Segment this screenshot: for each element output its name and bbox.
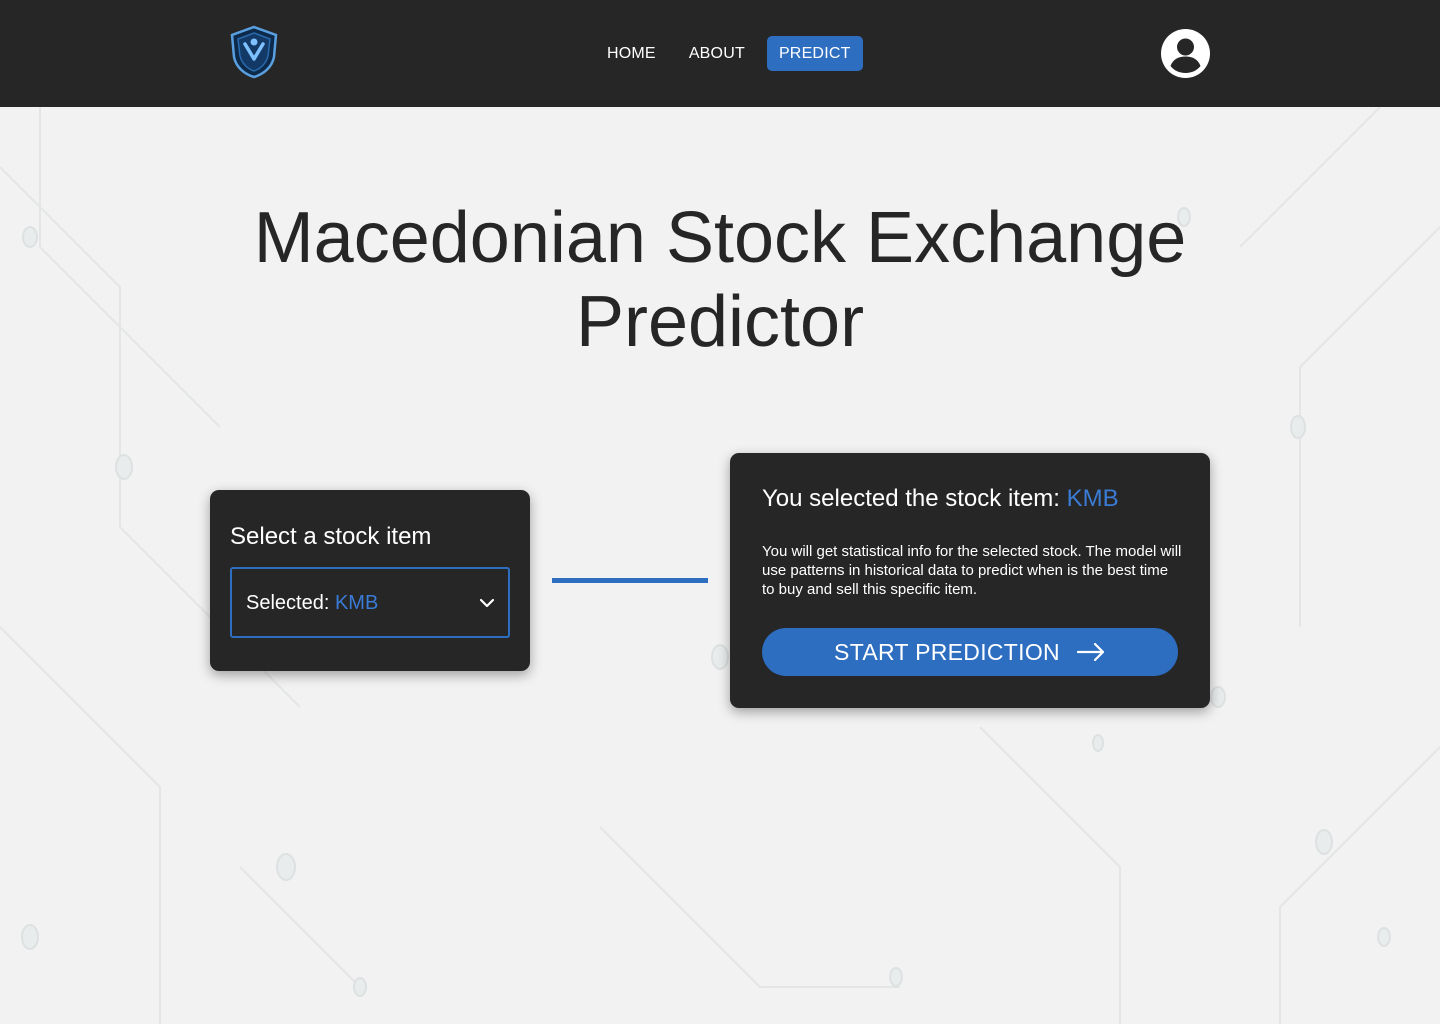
select-card-title: Select a stock item [230,523,432,550]
page-title: Macedonian Stock Exchange Predictor [0,196,1440,364]
info-title-prefix: You selected the stock item: [762,485,1067,512]
start-prediction-button[interactable]: START PREDICTION [762,628,1178,676]
dropdown-selected-value: KMB [334,592,379,614]
selection-info-card: You selected the stock item: KMB You wil… [730,453,1210,708]
nav-predict-link[interactable]: PREDICT [766,36,863,71]
main-nav: HOME ABOUT PREDICT [596,36,863,71]
arrow-right-icon [1076,642,1105,662]
stock-select-card: Select a stock item Selected: KMB [210,490,530,671]
info-title-value: KMB [1066,485,1119,512]
start-prediction-label: START PREDICTION [834,638,1060,665]
info-card-title: You selected the stock item: KMB [762,485,1119,513]
stock-dropdown[interactable]: Selected: KMB [230,567,510,638]
top-navbar: HOME ABOUT PREDICT [0,0,1440,107]
info-card-description: You will get statistical info for the se… [762,543,1182,598]
nav-home-link[interactable]: HOME [596,36,667,71]
chevron-down-icon [479,598,495,608]
page-title-line1: Macedonian Stock Exchange [253,198,1187,278]
shield-logo-icon[interactable] [229,25,279,79]
connector-line [552,578,708,583]
page-title-line2: Predictor [575,282,865,362]
dropdown-label: Selected: KMB [246,592,378,615]
dropdown-prefix: Selected: [246,592,335,614]
user-circle-icon[interactable] [1161,29,1210,78]
nav-about-link[interactable]: ABOUT [678,36,756,71]
